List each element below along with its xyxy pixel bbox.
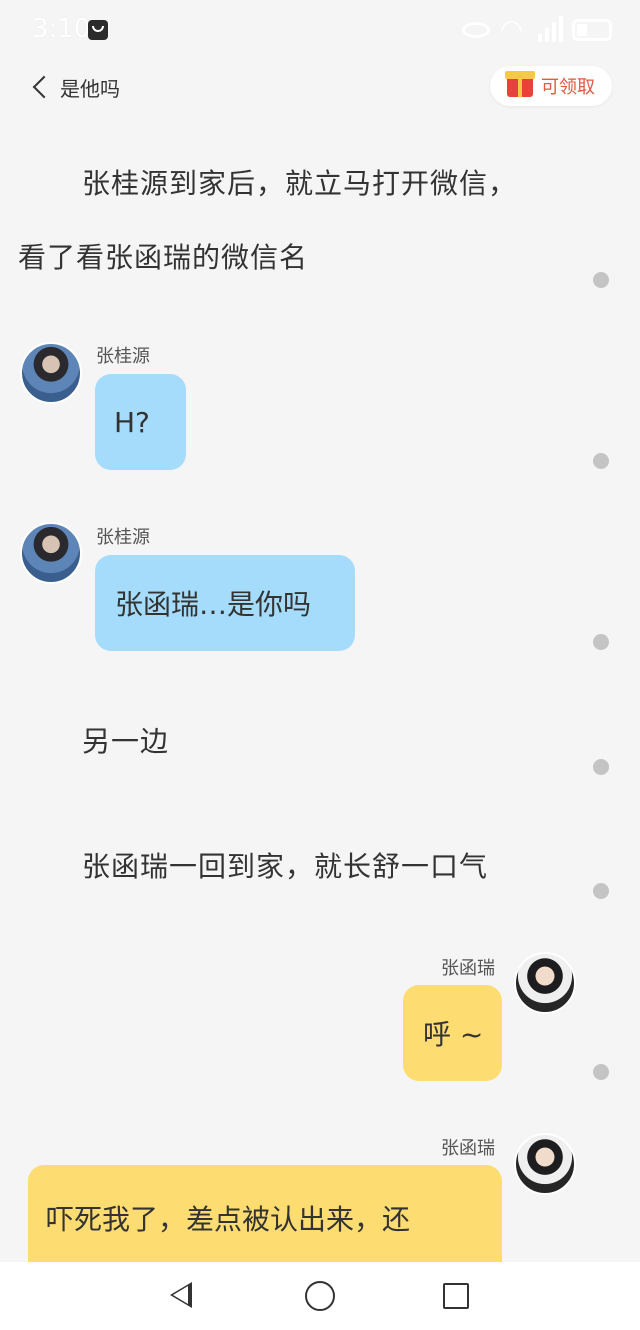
back-chevron-icon [32, 75, 56, 99]
story-paragraph: 张函瑞一回到家，就长舒一口气 [82, 850, 489, 883]
system-nav-bar [0, 1262, 640, 1330]
story-paragraph: 张桂源到家后，就立马打开微信， [82, 167, 518, 200]
message-bubble: H? [95, 374, 186, 470]
story-paragraph: 另一边 [82, 725, 170, 758]
message-bubble: 吓死我了，差点被认出来，还 [28, 1165, 502, 1262]
sender-name: 张函瑞 [441, 1138, 495, 1159]
avatar[interactable] [514, 952, 576, 1014]
comment-dot[interactable] [593, 272, 609, 288]
back-button[interactable]: 是他吗 [30, 72, 120, 102]
sender-name: 张桂源 [96, 346, 150, 367]
notification-icon [88, 20, 108, 40]
nav-back-icon[interactable] [170, 1282, 192, 1308]
wifi-icon: ◠ [500, 15, 523, 45]
header: 是他吗 可领取 [0, 60, 640, 112]
comment-dot[interactable] [593, 634, 609, 650]
sender-name: 张函瑞 [441, 958, 495, 979]
signal-icon [538, 16, 568, 42]
nav-recent-icon[interactable] [443, 1283, 469, 1309]
comment-dot[interactable] [593, 883, 609, 899]
battery-icon [572, 19, 612, 41]
message-bubble: 张函瑞…是你吗 [95, 555, 355, 651]
story-paragraph: 看了看张函瑞的微信名 [18, 241, 309, 274]
status-bar: 3:10 ◠ [0, 0, 640, 60]
reward-button[interactable]: 可领取 [490, 66, 612, 106]
avatar[interactable] [20, 342, 82, 404]
comment-dot[interactable] [593, 1064, 609, 1080]
sender-name: 张桂源 [96, 527, 150, 548]
nav-home-icon[interactable] [305, 1281, 335, 1311]
message-bubble: 呼 ~ [403, 985, 502, 1081]
status-time: 3:10 [32, 14, 91, 44]
avatar[interactable] [514, 1133, 576, 1195]
avatar[interactable] [20, 522, 82, 584]
story-content[interactable]: 张桂源到家后，就立马打开微信， 看了看张函瑞的微信名 张桂源 H? 张桂源 张函… [0, 112, 640, 1262]
gift-icon [505, 71, 535, 97]
comment-dot[interactable] [593, 453, 609, 469]
reward-label: 可领取 [541, 77, 595, 98]
comment-dot[interactable] [593, 759, 609, 775]
back-label: 是他吗 [60, 76, 120, 101]
eye-icon [462, 22, 490, 38]
